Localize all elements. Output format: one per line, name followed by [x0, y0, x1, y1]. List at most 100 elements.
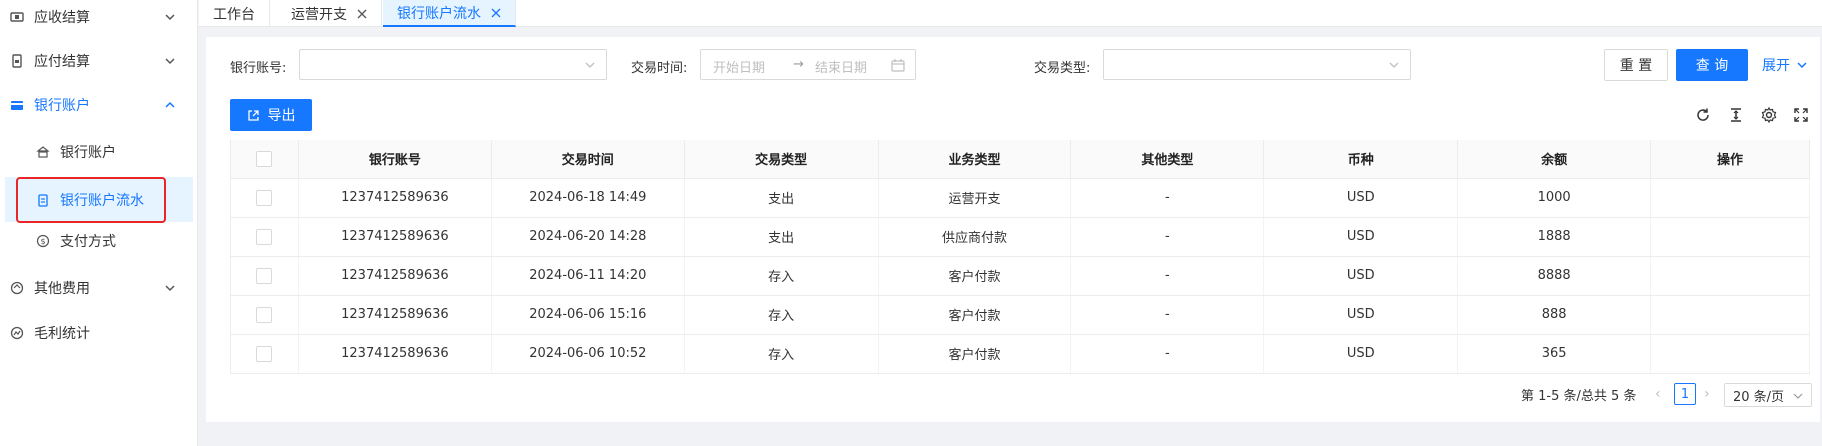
row-checkbox[interactable] — [256, 306, 273, 323]
table-cell: 客户付款 — [878, 334, 1072, 374]
sidebar-item-label: 毛利统计 — [34, 326, 90, 342]
settings-icon[interactable] — [1760, 106, 1778, 124]
table-cell: 支出 — [684, 178, 879, 218]
table-cell: USD — [1263, 217, 1459, 257]
sidebar-item-receivable[interactable]: 应收结算 — [0, 0, 198, 37]
sidebar-item-label: 应付结算 — [34, 54, 90, 70]
sidebar-item-gross-profit[interactable]: 毛利统计 — [0, 313, 198, 353]
table-cell: 2024-06-18 14:49 — [491, 178, 685, 218]
row-checkbox[interactable] — [256, 267, 273, 284]
start-date-placeholder[interactable]: 开始日期 — [713, 57, 765, 76]
page-size-label: 20 条/页 — [1733, 389, 1785, 405]
table-cell: 365 — [1457, 334, 1652, 374]
column-header: 操作 — [1650, 140, 1810, 179]
sidebar-item-bank-account[interactable]: 银行账户 — [0, 85, 198, 125]
payment-method-icon: $ — [36, 234, 50, 248]
row-select-cell[interactable] — [230, 217, 299, 257]
chevron-down-icon — [164, 11, 176, 23]
sidebar-subitem-bank-statement[interactable]: 银行账户流水 — [5, 177, 193, 222]
row-select-cell[interactable] — [230, 256, 299, 296]
tab-workbench[interactable]: 工作台 — [199, 0, 270, 27]
end-date-placeholder[interactable]: 结束日期 — [815, 57, 867, 76]
close-icon[interactable] — [357, 9, 367, 19]
close-icon[interactable] — [491, 8, 501, 18]
table-cell: USD — [1263, 295, 1459, 335]
chevron-down-icon — [164, 282, 176, 294]
reset-button[interactable]: 重 置 — [1604, 49, 1668, 81]
page-size-select[interactable]: 20 条/页 — [1724, 383, 1812, 407]
table-cell: 888 — [1457, 295, 1652, 335]
sidebar-subitem-bank-account[interactable]: 银行账户 — [5, 132, 193, 172]
row-select-cell[interactable] — [230, 178, 299, 218]
trade-type-select[interactable] — [1103, 49, 1411, 80]
chevron-up-icon — [164, 99, 176, 111]
search-button[interactable]: 查 询 — [1676, 49, 1748, 81]
export-button[interactable]: 导出 — [230, 99, 312, 131]
page-number-current[interactable]: 1 — [1674, 383, 1696, 405]
table-cell: - — [1070, 334, 1265, 374]
sidebar-subitem-label: 支付方式 — [60, 234, 116, 250]
table-cell — [1650, 217, 1810, 257]
table-cell — [1650, 256, 1810, 296]
column-header: 余额 — [1457, 140, 1652, 179]
bank-account-select[interactable] — [299, 49, 607, 80]
table-cell: - — [1070, 217, 1265, 257]
sidebar-item-payable[interactable]: 应付结算 — [0, 41, 198, 81]
table-cell: 存入 — [684, 256, 879, 296]
chevron-down-icon — [1793, 390, 1803, 400]
column-header: 币种 — [1263, 140, 1459, 179]
sidebar-item-label: 银行账户 — [34, 98, 90, 114]
table-row: 1237412589636 2024-06-06 15:16 存入 客户付款 -… — [230, 295, 1810, 335]
tab-label: 银行账户流水 — [397, 5, 481, 22]
row-checkbox[interactable] — [256, 228, 273, 245]
trade-time-range-picker[interactable]: 开始日期 → 结束日期 — [700, 49, 916, 80]
receivable-icon — [10, 10, 24, 24]
bank-account-filter-label: 银行账号: — [230, 61, 287, 76]
column-height-icon[interactable] — [1727, 106, 1745, 124]
search-button-label: 查 询 — [1695, 58, 1729, 74]
expand-label: 展开 — [1762, 58, 1790, 74]
export-button-label: 导出 — [267, 108, 296, 124]
select-all-checkbox[interactable] — [256, 150, 273, 167]
table-cell: - — [1070, 295, 1265, 335]
row-checkbox[interactable] — [256, 189, 273, 206]
table-cell: 1237412589636 — [298, 256, 492, 296]
table-cell: 供应商付款 — [878, 217, 1072, 257]
select-all-cell[interactable] — [230, 140, 299, 179]
trade-type-filter-label: 交易类型: — [1034, 61, 1091, 76]
sidebar-subitem-label: 银行账户流水 — [60, 192, 144, 209]
row-select-cell[interactable] — [230, 295, 299, 335]
column-header: 交易时间 — [491, 140, 685, 179]
sidebar-item-label: 其他费用 — [34, 281, 90, 297]
table-cell — [1650, 334, 1810, 374]
tab-operating-expenses[interactable]: 运营开支 — [277, 0, 382, 27]
gross-profit-icon — [10, 326, 24, 340]
table-cell: 2024-06-11 14:20 — [491, 256, 685, 296]
expand-filters-link[interactable]: 展开 — [1762, 55, 1808, 75]
statement-icon — [36, 193, 50, 207]
table-cell: 2024-06-06 15:16 — [491, 295, 685, 335]
table-cell: 存入 — [684, 295, 879, 335]
bank-account-icon — [10, 98, 24, 112]
tab-bank-statement[interactable]: 银行账户流水 — [383, 0, 516, 27]
tab-bar: 工作台 运营开支 银行账户流水 — [199, 0, 1822, 27]
table-cell: 1888 — [1457, 217, 1652, 257]
arrow-right-icon: → — [793, 57, 804, 72]
sidebar-item-other-fees[interactable]: 其他费用 — [0, 268, 198, 308]
column-header: 交易类型 — [684, 140, 879, 179]
fullscreen-icon[interactable] — [1792, 106, 1810, 124]
table-cell: 1237412589636 — [298, 295, 492, 335]
refresh-icon[interactable] — [1694, 106, 1712, 124]
prev-page-icon[interactable]: ‹ — [1655, 386, 1667, 402]
column-header: 其他类型 — [1070, 140, 1265, 179]
row-checkbox[interactable] — [256, 345, 273, 362]
next-page-icon[interactable]: › — [1704, 386, 1716, 402]
sidebar-subitem-payment-method[interactable]: $ 支付方式 — [5, 221, 193, 261]
svg-text:$: $ — [40, 237, 45, 246]
table-row: 1237412589636 2024-06-11 14:20 存入 客户付款 -… — [230, 256, 1810, 296]
sidebar-subitem-label: 银行账户 — [60, 145, 116, 161]
table-cell: 1237412589636 — [298, 217, 492, 257]
table-cell: 2024-06-20 14:28 — [491, 217, 685, 257]
table-row: 1237412589636 2024-06-20 14:28 支出 供应商付款 … — [230, 217, 1810, 257]
row-select-cell[interactable] — [230, 334, 299, 374]
